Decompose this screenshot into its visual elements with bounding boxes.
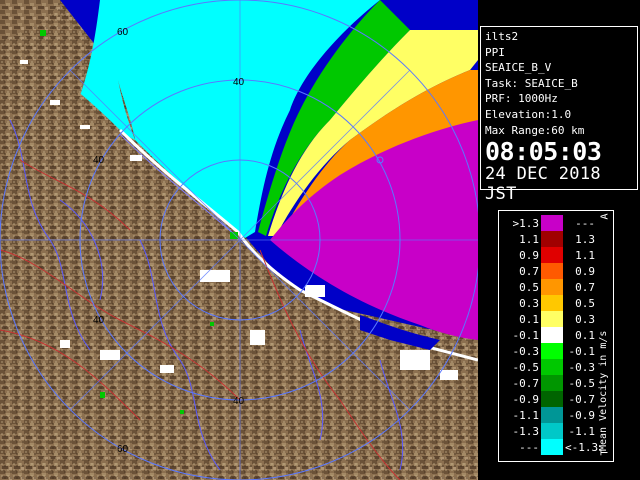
legend-swatch — [541, 231, 563, 247]
range-label: 60 — [117, 27, 129, 38]
legend-swatch — [541, 327, 563, 343]
station-name: ilts2 — [485, 30, 519, 43]
observation-date: 24 DEC 2018 JST — [485, 164, 601, 205]
legend-upper-value: 0.5 — [575, 297, 595, 310]
legend-lower-value: -0.5 — [512, 361, 540, 374]
scan-mode: PPI — [485, 45, 505, 59]
product-name: SEAICE_B_V — [485, 61, 552, 75]
legend-lower-value: 1.1 — [519, 233, 539, 246]
legend-bottom-mark: T — [599, 449, 611, 456]
prf-value: PRF: 1000Hz — [485, 92, 558, 106]
legend-lower-value: 0.7 — [519, 265, 539, 278]
legend-upper-value: 0.3 — [575, 313, 595, 326]
legend-swatch — [541, 375, 563, 391]
legend-upper-value: -0.5 — [568, 377, 596, 390]
range-label: 40 — [233, 77, 245, 88]
legend-swatch — [541, 311, 563, 327]
legend-lower-value: 0.3 — [519, 297, 539, 310]
legend-swatch — [541, 407, 563, 423]
legend-title-text: Mean Velocity in m/s — [598, 331, 609, 451]
legend-lower-value: 0.5 — [519, 281, 539, 294]
legend-upper-value: 1.3 — [575, 233, 595, 246]
legend-lower-value: >1.3 — [512, 217, 540, 230]
observation-time: 08:05:03 — [485, 137, 602, 167]
legend-swatch — [541, 263, 563, 279]
legend-swatch — [541, 359, 563, 375]
info-panel: ilts2 PPI SEAICE_B_V Task: SEAICE_B PRF:… — [480, 26, 638, 204]
task-name: Task: SEAICE_B — [485, 76, 578, 90]
legend-upper-value: -0.7 — [568, 393, 596, 406]
elevation-value: Elevation:1.0 — [485, 107, 572, 121]
legend-upper-value: 0.1 — [575, 329, 595, 342]
max-range-value: Max Range:60 km — [485, 123, 585, 137]
velocity-legend: >1.3 --- 1.1 1.3 0.9 1.1 0.7 0.9 0.5 0.7 0.3 0.5 0.1… — [498, 210, 614, 462]
legend-lower-value: 0.9 — [519, 249, 539, 262]
legend-title: Mean Velocity in m/s — [598, 331, 609, 451]
legend-lower-value: -1.1 — [512, 409, 540, 422]
legend-upper-value: -0.3 — [568, 361, 596, 374]
legend-lower-value: -0.9 — [512, 393, 540, 406]
legend-swatch — [541, 439, 563, 455]
legend-swatch — [541, 343, 563, 359]
legend-upper-value: -1.1 — [568, 425, 596, 438]
range-label: 40 — [93, 155, 105, 166]
range-label: 40 — [233, 396, 245, 407]
legend-lower-value: -0.1 — [512, 329, 540, 342]
legend-lower-value: --- — [519, 441, 539, 454]
range-label: 60 — [117, 444, 129, 455]
radar-ppi-map: 60 40 40 40 40 60 — [0, 0, 478, 480]
legend-lower-value: -0.3 — [512, 345, 540, 358]
legend-upper-value: <-1.3 — [565, 441, 599, 454]
legend-upper-value: 0.7 — [575, 281, 595, 294]
legend-swatch — [541, 215, 563, 231]
range-label: 40 — [93, 315, 105, 326]
legend-lower-value: -0.7 — [512, 377, 540, 390]
legend-upper-value: --- — [575, 217, 595, 230]
legend-upper-value: 1.1 — [575, 249, 595, 262]
legend-top-mark: A — [599, 213, 611, 220]
legend-swatch — [541, 279, 563, 295]
legend-lower-value: -1.3 — [512, 425, 540, 438]
legend-upper-value: -0.1 — [568, 345, 596, 358]
legend-swatch — [541, 391, 563, 407]
legend-lower-value: 0.1 — [519, 313, 539, 326]
legend-swatch — [541, 295, 563, 311]
legend-swatch — [541, 423, 563, 439]
legend-swatch — [541, 247, 563, 263]
legend-upper-value: -0.9 — [568, 409, 596, 422]
legend-upper-value: 0.9 — [575, 265, 595, 278]
